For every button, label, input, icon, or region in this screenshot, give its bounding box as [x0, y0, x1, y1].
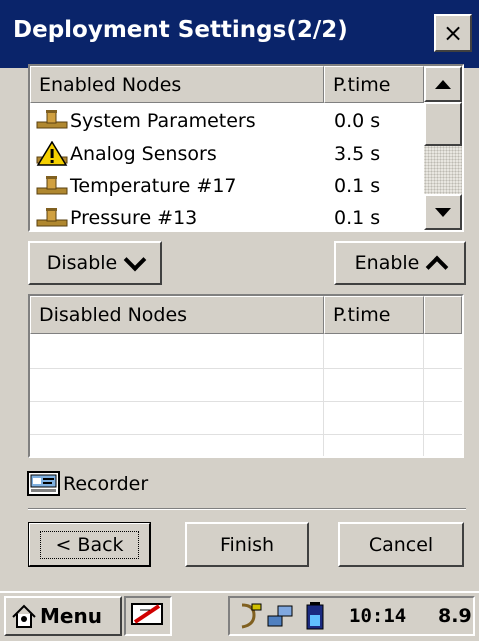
disable-label: Disable: [46, 252, 118, 274]
grid-line: [423, 334, 424, 456]
node-ptime: 3.5 s: [334, 143, 381, 165]
finish-label: Finish: [219, 533, 275, 556]
enabled-nodes-list[interactable]: Enabled Nodes P.time System Parameters 0…: [28, 64, 464, 232]
grid-line: [30, 368, 462, 369]
arrow-up-icon: [435, 79, 451, 89]
clock[interactable]: 10:14: [349, 601, 406, 631]
menu-label: Menu: [40, 604, 102, 628]
finish-button[interactable]: Finish: [185, 522, 309, 567]
window-title: Deployment Settings(2/2): [13, 17, 348, 43]
recorder-label: Recorder: [63, 473, 149, 495]
disable-button[interactable]: Disable: [28, 241, 162, 285]
back-label: < Back: [40, 530, 139, 559]
cancel-button[interactable]: Cancel: [338, 522, 464, 567]
enabled-nodes-header[interactable]: Enabled Nodes: [30, 66, 324, 103]
chevron-up-icon: [426, 255, 449, 279]
close-icon: ×: [442, 19, 464, 47]
node-ptime: 0.0 s: [334, 109, 381, 132]
scroll-up-button[interactable]: [424, 66, 462, 102]
separator: [28, 508, 466, 510]
table-row[interactable]: Pressure #13 0.1 s: [30, 202, 424, 230]
arrow-down-icon: [435, 207, 451, 217]
node-icon: [36, 175, 68, 197]
node-icon: [36, 207, 68, 229]
battery-icon[interactable]: [304, 601, 328, 631]
keyboard-toggle-icon: [130, 600, 166, 633]
node-name: Pressure #13: [70, 207, 198, 229]
scroll-thumb[interactable]: [424, 102, 462, 146]
start-menu-button[interactable]: Menu: [4, 596, 122, 636]
scroll-track[interactable]: [424, 146, 462, 194]
node-name: System Parameters: [70, 109, 256, 132]
network-icon[interactable]: [266, 602, 296, 630]
back-button[interactable]: < Back: [28, 522, 151, 567]
cancel-label: Cancel: [368, 533, 434, 556]
filler-header: [424, 296, 462, 334]
start-icon: [10, 602, 38, 630]
input-panel-button[interactable]: [124, 596, 172, 636]
scroll-down-button[interactable]: [424, 194, 462, 230]
connection-icon[interactable]: [236, 601, 264, 631]
disabled-ptime-header[interactable]: P.time: [324, 296, 424, 334]
enabled-ptime-header[interactable]: P.time: [324, 66, 424, 103]
table-row[interactable]: Analog Sensors 3.5 s: [30, 138, 424, 170]
grid-line: [323, 334, 324, 456]
node-name: Analog Sensors: [70, 143, 217, 165]
table-row[interactable]: System Parameters 0.0 s: [30, 103, 424, 138]
node-ptime: 0.1 s: [334, 175, 381, 197]
recorder-icon: [27, 470, 61, 498]
grid-line: [30, 401, 462, 402]
table-row[interactable]: Temperature #17 0.1 s: [30, 170, 424, 202]
node-icon: [36, 109, 68, 131]
enable-button[interactable]: Enable: [334, 241, 466, 285]
node-name: Temperature #17: [70, 175, 237, 197]
grid-line: [30, 434, 462, 435]
node-ptime: 0.1 s: [334, 207, 381, 229]
version-readout: 8.9: [438, 605, 472, 627]
chevron-down-icon: [123, 248, 147, 272]
disabled-nodes-header[interactable]: Disabled Nodes: [30, 296, 324, 334]
warning-node-icon: [36, 140, 68, 167]
close-button[interactable]: ×: [434, 14, 472, 52]
disabled-nodes-list[interactable]: Disabled Nodes P.time: [28, 294, 464, 458]
enable-label: Enable: [354, 252, 420, 274]
